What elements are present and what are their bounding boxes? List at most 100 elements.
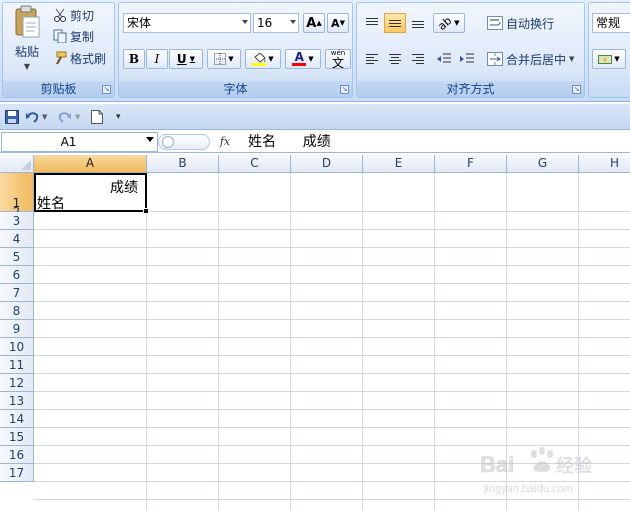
column-header-e[interactable]: E [363, 155, 435, 173]
align-center-button[interactable] [384, 49, 406, 69]
alignment-group: ab ▼ 自动换行 合并后居中 ▼ 对齐方式 ↘ [356, 2, 585, 98]
column-header-f[interactable]: F [435, 155, 507, 173]
align-middle-button[interactable] [384, 13, 406, 33]
grow-font-icon: A [306, 15, 317, 31]
grow-caret-icon: ▲ [316, 19, 322, 27]
row-header-14[interactable]: 14 [0, 410, 34, 428]
row-header-13[interactable]: 13 [0, 392, 34, 410]
column-header-c[interactable]: C [219, 155, 291, 173]
row-gridline [34, 337, 630, 338]
undo-button[interactable]: ▼ [25, 104, 47, 130]
orientation-button[interactable]: ab ▼ [433, 13, 465, 33]
row-header-3[interactable]: 3 [0, 212, 34, 230]
row-gridline [34, 247, 630, 248]
wrap-text-button[interactable]: 自动换行 [487, 13, 554, 33]
currency-icon [598, 55, 613, 64]
formula-input[interactable]: 姓名 成绩 [248, 132, 331, 152]
clipboard-group-label: 剪贴板 [3, 81, 114, 97]
customize-qat-icon[interactable]: ▾ [116, 104, 121, 130]
svg-text:jingyan.baidu.com: jingyan.baidu.com [483, 483, 573, 495]
align-left-button[interactable] [361, 49, 383, 69]
row-gridline [34, 427, 630, 428]
row-header-12[interactable]: 12 [0, 374, 34, 392]
format-painter-button[interactable]: 格式刷 [53, 48, 106, 68]
undo-dropdown-icon[interactable]: ▼ [42, 113, 47, 121]
underline-dropdown-icon: ▼ [189, 55, 196, 63]
merge-center-icon [487, 52, 503, 66]
copy-icon [53, 29, 67, 43]
column-header-d[interactable]: D [291, 155, 363, 173]
italic-button[interactable]: I [146, 49, 168, 69]
merge-center-button[interactable]: 合并后居中 ▼ [487, 49, 574, 69]
fill-color-bar [252, 62, 267, 66]
new-document-button[interactable] [91, 104, 103, 130]
undo-icon [26, 112, 39, 123]
formula-splitter[interactable] [158, 134, 210, 150]
number-format-select[interactable]: 常规 [592, 13, 630, 33]
font-color-button[interactable]: A ▼ [285, 49, 321, 69]
row-header-5[interactable]: 5 [0, 248, 34, 266]
name-box-dropdown-icon[interactable] [146, 137, 154, 142]
row-header-7[interactable]: 7 [0, 284, 34, 302]
row-header-15[interactable]: 15 [0, 428, 34, 446]
decrease-indent-button[interactable] [433, 49, 455, 69]
cut-button[interactable]: 剪切 [53, 5, 94, 25]
column-gridline [362, 173, 363, 510]
row-header-16[interactable]: 16 [0, 446, 34, 464]
copy-button[interactable]: 复制 [53, 26, 94, 46]
merge-dropdown-icon[interactable]: ▼ [569, 55, 574, 63]
insert-function-button[interactable]: fx [212, 133, 238, 151]
save-button[interactable] [5, 104, 19, 130]
column-header-a[interactable]: A [34, 155, 147, 173]
paste-dropdown-icon[interactable]: ▼ [24, 62, 30, 71]
font-size-value: 16 [257, 16, 273, 30]
bold-button[interactable]: B [123, 49, 145, 69]
fill-color-dropdown-icon: ▼ [268, 55, 274, 63]
paste-icon [15, 5, 40, 38]
scissors-icon [54, 8, 66, 22]
column-gridline [146, 173, 147, 510]
cell-a1-line1: 成绩 [110, 180, 138, 196]
grow-font-button[interactable]: A ▲ [303, 13, 325, 33]
row-gridline [34, 409, 630, 410]
font-name-select[interactable]: 宋体 [123, 13, 251, 33]
save-icon [5, 110, 19, 124]
phonetic-button[interactable]: wén 文 [325, 49, 351, 69]
row-gridline [34, 355, 630, 356]
fill-color-button[interactable]: ▼ [245, 49, 281, 69]
clipboard-launcher-icon[interactable]: ↘ [102, 85, 111, 94]
row-header-11[interactable]: 11 [0, 356, 34, 374]
paste-button[interactable]: 粘贴 ▼ [9, 5, 45, 75]
row-header-4[interactable]: 4 [0, 230, 34, 248]
redo-button[interactable]: ▼ [58, 104, 80, 130]
row-header-8[interactable]: 8 [0, 302, 34, 320]
redo-dropdown-icon[interactable]: ▼ [75, 113, 80, 121]
font-color-swatch: A [292, 51, 307, 66]
underline-button[interactable]: U ▼ [169, 49, 203, 69]
font-launcher-icon[interactable]: ↘ [340, 85, 349, 94]
font-group-label: 字体 [119, 81, 352, 97]
column-header-b[interactable]: B [147, 155, 219, 173]
cell-a1[interactable]: 成绩 姓名 [34, 173, 147, 212]
font-size-select[interactable]: 16 [253, 13, 299, 33]
ribbon: 粘贴 ▼ 剪切 复制 格式刷 剪贴板 ↘ 宋体 16 A ▲ A ▼ B I U ▼ [0, 0, 630, 102]
borders-button[interactable]: ▼ [207, 49, 241, 69]
select-all-button[interactable] [0, 155, 34, 173]
column-header-g[interactable]: G [507, 155, 579, 173]
align-top-button[interactable] [361, 13, 383, 33]
column-header-h[interactable]: H [579, 155, 630, 173]
row-header-10[interactable]: 10 [0, 338, 34, 356]
row-header-6[interactable]: 6 [0, 266, 34, 284]
shrink-font-button[interactable]: A ▼ [327, 13, 349, 33]
align-right-button[interactable] [407, 49, 429, 69]
font-size-dropdown-icon [290, 20, 296, 24]
borders-dropdown-icon: ▼ [228, 55, 234, 63]
alignment-launcher-icon[interactable]: ↘ [572, 85, 581, 94]
accounting-format-button[interactable]: ▼ [592, 49, 626, 69]
fill-handle[interactable] [143, 208, 149, 214]
increase-indent-button[interactable] [456, 49, 478, 69]
row-header-17[interactable]: 17 [0, 464, 34, 482]
align-bottom-button[interactable] [407, 13, 429, 33]
name-box[interactable]: A1 [1, 132, 158, 152]
row-header-9[interactable]: 9 [0, 320, 34, 338]
